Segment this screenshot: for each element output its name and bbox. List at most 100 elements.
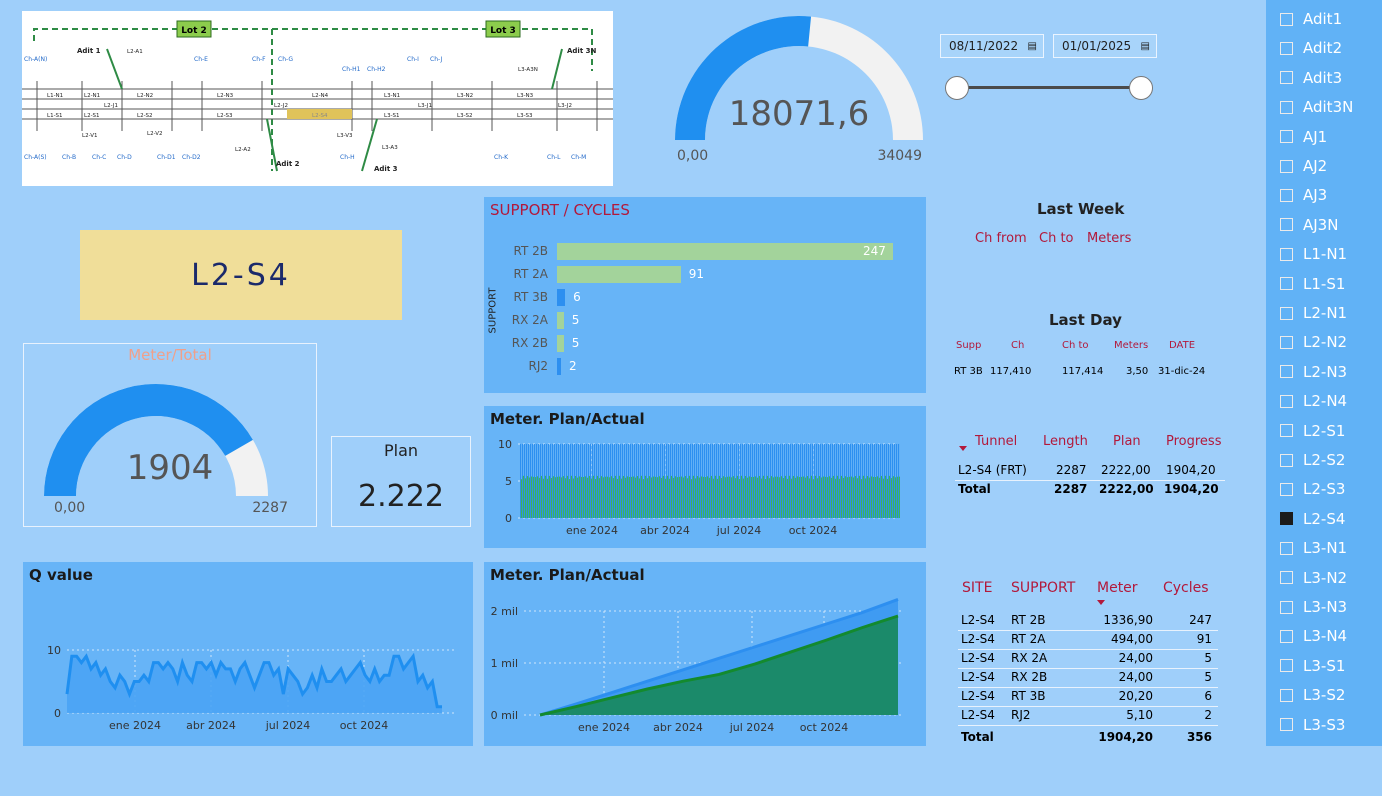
support-bar[interactable] [557, 266, 681, 283]
slicer-item-label: AJ3N [1303, 215, 1339, 234]
checkbox[interactable] [1280, 365, 1293, 379]
slicer-item-l3-s1[interactable]: L3-S1 [1280, 655, 1345, 677]
slicer-item-l2-n1[interactable]: L2-N1 [1280, 302, 1347, 324]
y-tick-label: 10 [498, 438, 512, 451]
slicer-item-l2-s3[interactable]: L2-S3 [1280, 478, 1345, 500]
checkbox[interactable] [1280, 247, 1293, 261]
checkbox[interactable] [1280, 188, 1293, 202]
slicer-item-adit3[interactable]: Adit3 [1280, 67, 1342, 89]
checkbox[interactable] [1280, 159, 1293, 173]
checkbox[interactable] [1280, 688, 1293, 702]
tunnel-header[interactable]: Tunnel [975, 434, 1017, 449]
date-range-slicer: 08/11/2022 ▤ 01/01/2025 ▤ [940, 34, 1160, 104]
end-date-input[interactable]: 01/01/2025 ▤ [1053, 34, 1157, 58]
date-slider-track[interactable] [958, 86, 1144, 89]
checkbox[interactable] [1280, 541, 1293, 555]
checkbox[interactable] [1280, 130, 1293, 144]
site-row[interactable]: L2-S4 RJ2 5,10 2 [958, 707, 1218, 726]
checkbox[interactable] [1280, 453, 1293, 467]
slicer-item-l3-n1[interactable]: L3-N1 [1280, 537, 1347, 559]
checkbox[interactable] [1280, 71, 1293, 85]
site-cell: RT 3B [1011, 689, 1046, 703]
slicer-item-l3-n4[interactable]: L3-N4 [1280, 625, 1347, 647]
slicer-item-aj3[interactable]: AJ3 [1280, 184, 1327, 206]
calendar-icon[interactable]: ▤ [1028, 41, 1037, 52]
site-row[interactable]: L2-S4 RX 2B 24,00 5 [958, 669, 1218, 688]
support-bar[interactable] [557, 289, 566, 306]
checkbox[interactable] [1280, 571, 1293, 585]
slicer-item-l3-n2[interactable]: L3-N2 [1280, 567, 1347, 589]
slicer-item-l3-s2[interactable]: L3-S2 [1280, 684, 1345, 706]
tunnel-label: L2-N1 [84, 93, 100, 99]
slicer-item-aj2[interactable]: AJ2 [1280, 155, 1327, 177]
ch-label: Ch-J [430, 56, 442, 63]
site-row[interactable]: L2-S4 RT 2A 494,00 91 [958, 631, 1218, 650]
slicer-item-l1-s1[interactable]: L1-S1 [1280, 273, 1345, 295]
slicer-item-l1-n1[interactable]: L1-N1 [1280, 243, 1347, 265]
checkbox[interactable] [1280, 394, 1293, 408]
checkbox[interactable] [1280, 600, 1293, 614]
actual-bar [710, 475, 712, 518]
slicer-item-l2-s2[interactable]: L2-S2 [1280, 449, 1345, 471]
support-bar[interactable] [557, 243, 893, 260]
checkbox[interactable] [1280, 41, 1293, 55]
date-slider-end-handle[interactable] [1129, 76, 1153, 100]
actual-bar [856, 478, 858, 518]
tunnel-header[interactable]: Length [1043, 434, 1088, 449]
checkbox[interactable] [1280, 277, 1293, 291]
slicer-item-adit1[interactable]: Adit1 [1280, 8, 1342, 30]
actual-bar [670, 475, 672, 518]
checkbox[interactable] [1280, 335, 1293, 349]
checkbox[interactable] [1280, 12, 1293, 26]
site-cell: 5,10 [1126, 708, 1153, 722]
site-cell: RJ2 [1011, 708, 1031, 722]
checkbox[interactable] [1280, 100, 1293, 114]
actual-bar [636, 476, 638, 518]
checkbox[interactable] [1280, 424, 1293, 438]
slicer-item-l2-n3[interactable]: L2-N3 [1280, 361, 1347, 383]
actual-bar [680, 476, 682, 518]
support-bar[interactable] [557, 335, 564, 352]
slicer-item-aj1[interactable]: AJ1 [1280, 126, 1327, 148]
start-date-input[interactable]: 08/11/2022 ▤ [940, 34, 1044, 58]
sort-desc-icon[interactable] [959, 446, 967, 451]
actual-bar [654, 476, 656, 518]
checkbox[interactable] [1280, 629, 1293, 643]
tunnel-label: L2-A1 [127, 49, 143, 55]
checkbox[interactable] [1280, 512, 1293, 526]
slicer-item-l3-s3[interactable]: L3-S3 [1280, 714, 1345, 736]
checkbox[interactable] [1280, 218, 1293, 232]
actual-bar [788, 475, 790, 518]
slicer-item-adit3n[interactable]: Adit3N [1280, 96, 1353, 118]
site-header[interactable]: SUPPORT [1011, 580, 1075, 596]
site-header[interactable]: Cycles [1163, 580, 1209, 596]
actual-bar [708, 477, 710, 518]
tunnel-header[interactable]: Plan [1113, 434, 1141, 449]
sort-desc-icon[interactable] [1097, 600, 1105, 605]
slicer-item-l2-s4[interactable]: L2-S4 [1280, 508, 1345, 530]
site-row[interactable]: L2-S4 RT 3B 20,20 6 [958, 688, 1218, 707]
calendar-icon[interactable]: ▤ [1141, 41, 1150, 52]
site-row[interactable]: L2-S4 RT 2B 1336,90 247 [958, 612, 1218, 631]
slicer-item-l2-n4[interactable]: L2-N4 [1280, 390, 1347, 412]
slicer-item-adit2[interactable]: Adit2 [1280, 37, 1342, 59]
x-tick-label: ene 2024 [109, 719, 161, 732]
slicer-item-label: Adit3N [1303, 98, 1354, 117]
checkbox[interactable] [1280, 659, 1293, 673]
slicer-item-l2-s1[interactable]: L2-S1 [1280, 420, 1345, 442]
support-bar[interactable] [557, 358, 561, 375]
slicer-item-l2-n2[interactable]: L2-N2 [1280, 331, 1347, 353]
checkbox[interactable] [1280, 306, 1293, 320]
slicer-item-l3-n3[interactable]: L3-N3 [1280, 596, 1347, 618]
date-slider-start-handle[interactable] [945, 76, 969, 100]
checkbox[interactable] [1280, 718, 1293, 732]
tunnel-header[interactable]: Progress [1166, 434, 1221, 449]
support-bar[interactable] [557, 312, 564, 329]
checkbox[interactable] [1280, 482, 1293, 496]
site-header[interactable]: Meter [1097, 580, 1138, 596]
slicer-item-aj3n[interactable]: AJ3N [1280, 214, 1338, 236]
y-tick-label: 0 [505, 512, 512, 525]
site-header[interactable]: SITE [962, 580, 992, 596]
site-row[interactable]: L2-S4 RX 2A 24,00 5 [958, 650, 1218, 669]
tunnel-row[interactable]: L2-S4 (FRT) 2287 2222,00 1904,20 [955, 462, 1225, 481]
